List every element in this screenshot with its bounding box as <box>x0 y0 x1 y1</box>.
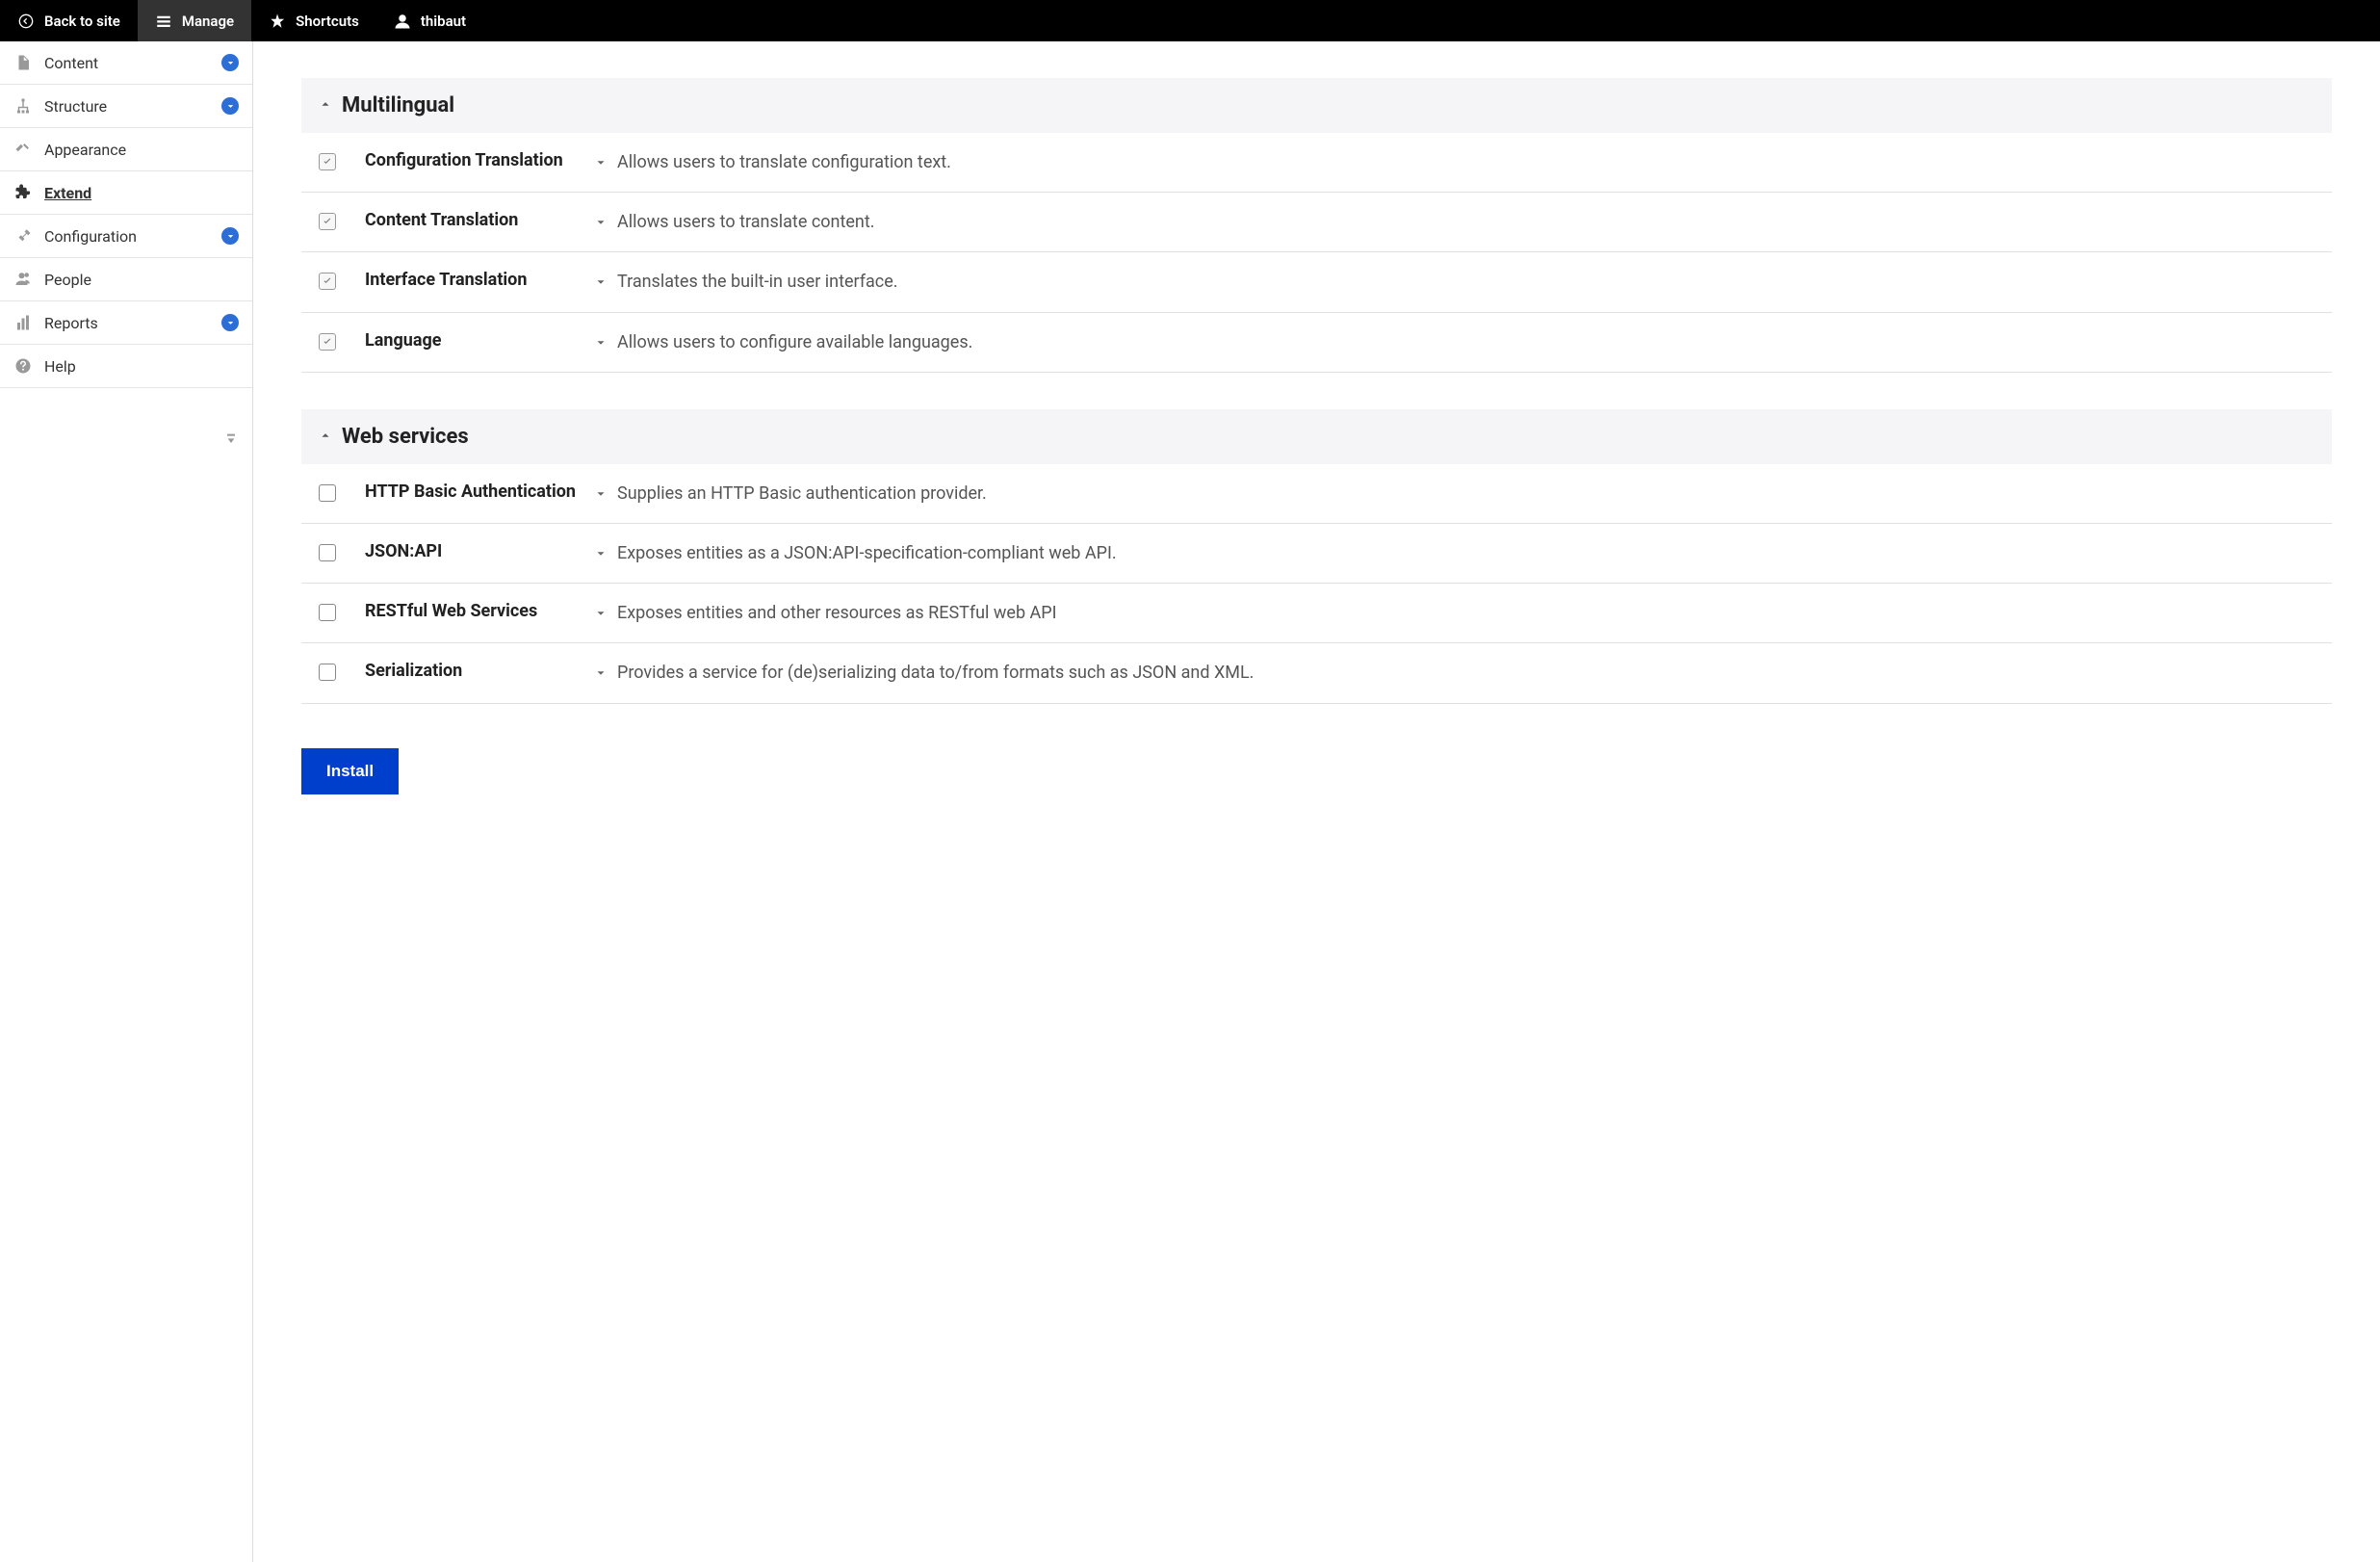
help-icon <box>13 356 33 376</box>
chevron-down-icon[interactable] <box>594 155 608 173</box>
reports-icon <box>13 313 33 332</box>
sidebar-item-label: Structure <box>44 97 210 116</box>
appearance-icon <box>13 140 33 159</box>
chevron-down-icon[interactable] <box>594 274 608 293</box>
module-row: JSON:API Exposes entities as a JSON:API-… <box>301 524 2332 584</box>
sidebar-item-label: Appearance <box>44 141 239 159</box>
back-label: Back to site <box>44 13 120 30</box>
module-name: Interface Translation <box>349 270 581 290</box>
chevron-down-icon[interactable] <box>594 546 608 564</box>
sidebar-item-reports[interactable]: Reports <box>0 301 252 345</box>
section-title: Multilingual <box>342 93 454 117</box>
module-checkbox[interactable] <box>319 333 336 351</box>
chevron-down-icon[interactable] <box>221 314 239 331</box>
module-section: Multilingual Configuration Translation A… <box>301 78 2332 373</box>
person-icon <box>394 13 411 30</box>
module-checkbox[interactable] <box>319 153 336 170</box>
chevron-down-icon[interactable] <box>594 486 608 505</box>
module-description: Provides a service for (de)serializing d… <box>617 661 1254 685</box>
module-name: RESTful Web Services <box>349 601 581 621</box>
sidebar-item-label: Configuration <box>44 227 210 246</box>
module-description: Exposes entities as a JSON:API-specifica… <box>617 541 1117 565</box>
chevron-down-icon[interactable] <box>594 665 608 684</box>
module-description: Allows users to translate configuration … <box>617 150 951 174</box>
install-button[interactable]: Install <box>301 748 399 794</box>
module-section: Web services HTTP Basic Authentication S… <box>301 409 2332 704</box>
chevron-down-icon[interactable] <box>594 215 608 233</box>
module-checkbox[interactable] <box>319 484 336 502</box>
sidebar-item-label: People <box>44 271 239 289</box>
chevron-down-icon[interactable] <box>594 335 608 353</box>
extend-icon <box>13 183 33 202</box>
section-header[interactable]: Web services <box>301 409 2332 464</box>
user-button[interactable]: thibaut <box>376 0 483 41</box>
module-description: Exposes entities and other resources as … <box>617 601 1057 625</box>
config-icon <box>13 226 33 246</box>
shortcuts-label: Shortcuts <box>296 13 359 30</box>
star-icon <box>269 13 286 30</box>
module-name: Language <box>349 330 581 351</box>
page-icon <box>13 53 33 72</box>
module-description: Translates the built-in user interface. <box>617 270 898 294</box>
module-row: Interface Translation Translates the bui… <box>301 252 2332 312</box>
shortcuts-button[interactable]: Shortcuts <box>251 0 376 41</box>
sidebar-item-appearance[interactable]: Appearance <box>0 128 252 171</box>
main-content: Multilingual Configuration Translation A… <box>253 41 2380 1562</box>
module-description: Allows users to configure available lang… <box>617 330 972 354</box>
module-name: HTTP Basic Authentication <box>349 482 581 502</box>
module-name: Serialization <box>349 661 581 681</box>
sidebar-item-help[interactable]: Help <box>0 345 252 388</box>
chevron-down-icon[interactable] <box>594 606 608 624</box>
section-title: Web services <box>342 425 469 449</box>
structure-icon <box>13 96 33 116</box>
people-icon <box>13 270 33 289</box>
manage-label: Manage <box>182 13 234 30</box>
sidebar-item-label: Help <box>44 357 239 376</box>
module-row: Content Translation Allows users to tran… <box>301 193 2332 252</box>
module-row: RESTful Web Services Exposes entities an… <box>301 584 2332 643</box>
module-checkbox[interactable] <box>319 273 336 290</box>
module-row: Language Allows users to configure avail… <box>301 313 2332 373</box>
sidebar-item-structure[interactable]: Structure <box>0 85 252 128</box>
sidebar-item-people[interactable]: People <box>0 258 252 301</box>
sidebar-item-content[interactable]: Content <box>0 41 252 85</box>
chevron-down-icon[interactable] <box>221 227 239 245</box>
module-name: Content Translation <box>349 210 581 230</box>
chevron-down-icon[interactable] <box>221 97 239 115</box>
module-checkbox[interactable] <box>319 213 336 230</box>
module-row: HTTP Basic Authentication Supplies an HT… <box>301 464 2332 524</box>
menu-icon <box>155 13 172 30</box>
sidebar-item-label: Reports <box>44 314 210 332</box>
sidebar-item-extend[interactable]: Extend <box>0 171 252 215</box>
chevron-up-icon <box>319 96 332 115</box>
arrow-left-icon <box>17 13 35 30</box>
module-name: JSON:API <box>349 541 581 561</box>
back-to-site-button[interactable]: Back to site <box>0 0 138 41</box>
module-description: Supplies an HTTP Basic authentication pr… <box>617 482 987 506</box>
module-row: Configuration Translation Allows users t… <box>301 133 2332 193</box>
module-checkbox[interactable] <box>319 544 336 561</box>
chevron-up-icon <box>319 428 332 446</box>
sidebar-item-label: Content <box>44 54 210 72</box>
manage-button[interactable]: Manage <box>138 0 251 41</box>
section-header[interactable]: Multilingual <box>301 78 2332 133</box>
module-checkbox[interactable] <box>319 664 336 681</box>
chevron-down-icon[interactable] <box>221 54 239 71</box>
module-description: Allows users to translate content. <box>617 210 874 234</box>
module-checkbox[interactable] <box>319 604 336 621</box>
sidebar-item-label: Extend <box>44 184 239 202</box>
module-name: Configuration Translation <box>349 150 581 170</box>
sidebar-item-configuration[interactable]: Configuration <box>0 215 252 258</box>
admin-toolbar: Back to site Manage Shortcuts thibaut <box>0 0 2380 41</box>
collapse-sidebar-icon[interactable] <box>223 431 239 451</box>
user-label: thibaut <box>421 13 466 30</box>
module-row: Serialization Provides a service for (de… <box>301 643 2332 703</box>
admin-sidebar: Content Structure Appearance Extend Conf… <box>0 41 253 1562</box>
